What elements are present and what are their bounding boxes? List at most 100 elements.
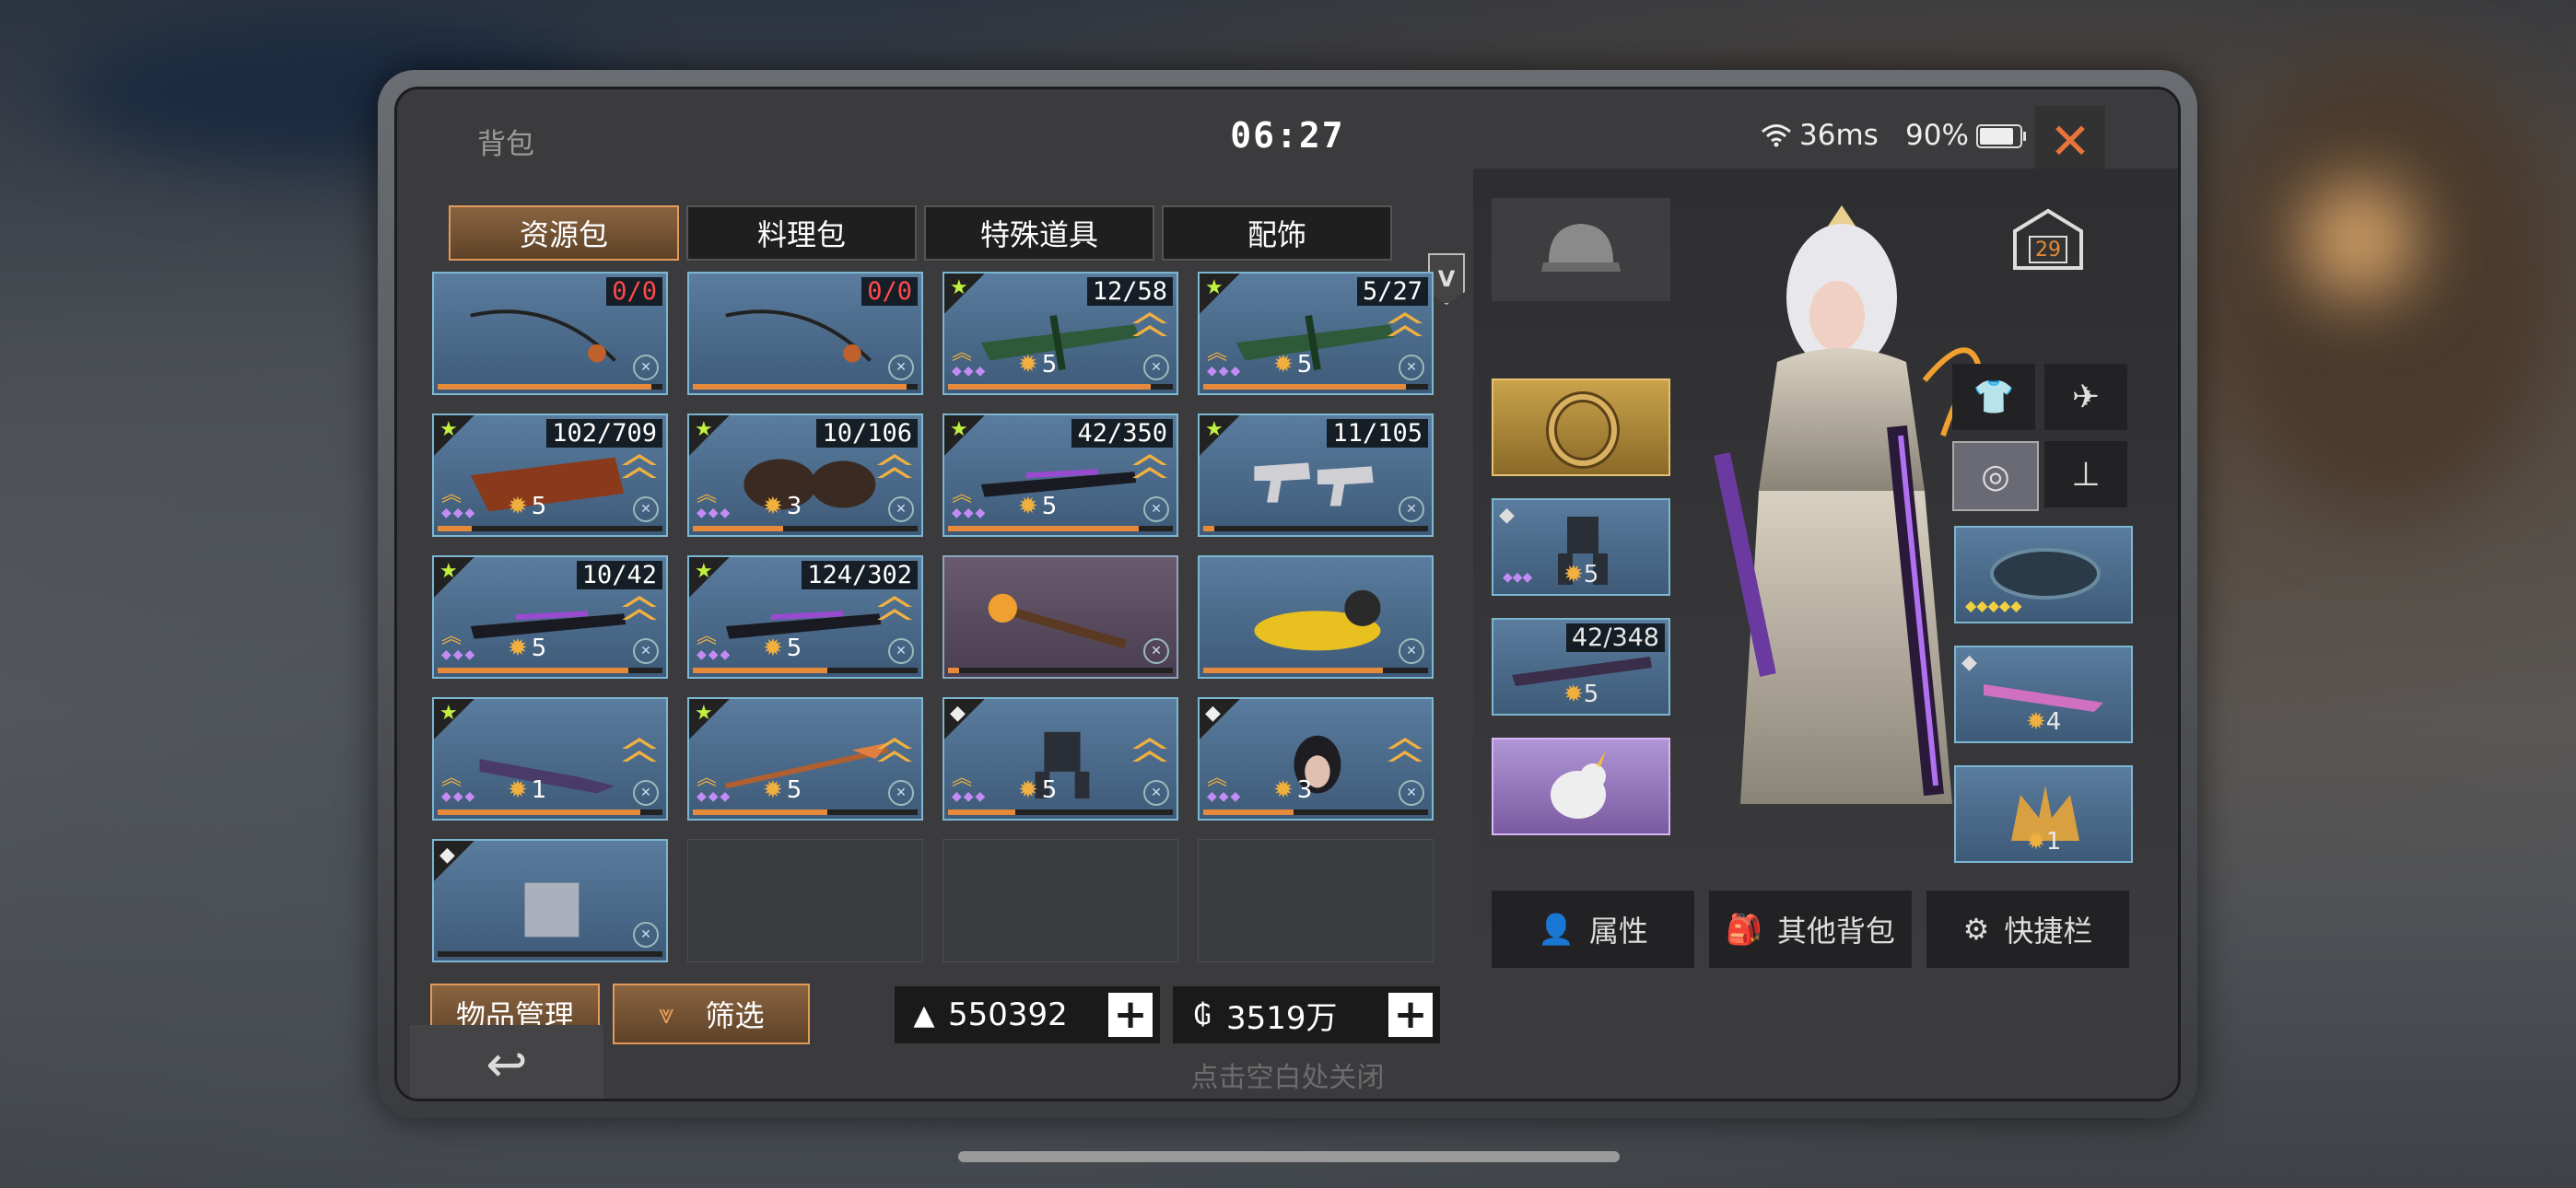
item-stars: ✹ 5 [763, 635, 802, 662]
item-slot[interactable]: ✕ [943, 555, 1178, 679]
item-slot[interactable]: ★ ︽ ◆◆◆ ✹ 1 ✕ [432, 697, 668, 821]
dual-pistols-icon [1254, 462, 1374, 507]
shirt-icon: 👕 [1973, 379, 2015, 416]
item-slot[interactable]: ★ ︽ ◆◆◆ ✹ 5 ✕ [687, 697, 923, 821]
item-slot[interactable]: 0/0 ✕ [687, 272, 923, 395]
person-icon: 👤 [1538, 912, 1575, 947]
wrench-icon: ✕ [633, 355, 659, 380]
filter-label: 筛选 [705, 998, 765, 1033]
bag-icon: 🎒 [1726, 912, 1762, 947]
equip-slot-pet[interactable] [1492, 738, 1670, 835]
item-stars: ✹ 3 [1273, 776, 1313, 804]
attributes-label: 属性 [1588, 914, 1648, 949]
item-slot[interactable]: ◆ ︽ ◆◆◆ ✹ 3 ✕ [1198, 697, 1434, 821]
upgrade-arrow-icon [1388, 738, 1423, 762]
equip-slot-relic[interactable]: ✹1 [1954, 765, 2133, 863]
item-slot[interactable]: ★ 5/27 ︽ ◆◆◆ ✹ 5 ✕ [1198, 272, 1434, 395]
equip-slot-melee[interactable]: ◆ ✹4 [1954, 646, 2133, 743]
durability-fill [948, 384, 1151, 390]
add-currency-a-button[interactable]: + [1108, 993, 1153, 1037]
tier-dots: ◆◆◆ [441, 647, 477, 662]
tier-dots: ◆◆◆◆◆ [1965, 597, 2022, 614]
durability-fill [1203, 526, 1215, 531]
close-button[interactable]: ✕ [2035, 106, 2105, 176]
tab-resource-pack[interactable]: 资源包 [449, 205, 679, 261]
durability-bar [693, 526, 918, 531]
tier-dots: ◆◆◆ [697, 789, 732, 804]
equip-slot-weapon-secondary[interactable]: 42/348 ✹5 [1492, 618, 1670, 716]
item-stars: ✹ 5 [1273, 351, 1313, 379]
rank-chevron-icon: ︽ [697, 767, 718, 790]
upgrade-arrow-icon [1132, 738, 1167, 762]
item-grid: 0/0 ✕ 0/0 ✕ ★ 12/58 ︽ ◆◆◆ ✹ 5 ✕ ★ 5/27 ︽ ◆◆◆ ✹ 5 ✕ ★ 102/70… [432, 272, 1482, 962]
item-slot[interactable]: ★ 10/106 ︽ ◆◆◆ ✹ 3 ✕ [687, 413, 923, 537]
tab-food-pack[interactable]: 料理包 [686, 205, 917, 261]
home-indicator[interactable] [958, 1151, 1620, 1162]
equip-slot-outfit[interactable]: 👕 [1952, 364, 2035, 430]
empty-slot[interactable] [943, 839, 1178, 962]
background-lamp [2303, 184, 2414, 295]
item-slot[interactable]: ◆ ︽ ◆◆◆ ✹ 5 ✕ [943, 697, 1178, 821]
durability-fill [948, 668, 960, 673]
tab-special-items[interactable]: 特殊道具 [924, 205, 1154, 261]
unicorn-pet-icon [1551, 751, 1606, 819]
upgrade-arrow-icon [622, 738, 657, 762]
equip-slot-drone[interactable]: ✈ [2044, 364, 2127, 430]
item-slot[interactable]: ★ 102/709 ︽ ◆◆◆ ✹ 5 ✕ [432, 413, 668, 537]
other-bags-button[interactable]: 🎒 其他背包 [1709, 891, 1912, 968]
durability-bar [948, 809, 1173, 815]
empty-slot[interactable] [687, 839, 923, 962]
item-slot[interactable]: ★ 42/350 ︽ ◆◆◆ ✹ 5 ✕ [943, 413, 1178, 537]
item-count: 10/106 [816, 419, 918, 448]
item-slot[interactable]: ✕ [1198, 555, 1434, 679]
durability-bar [1203, 809, 1428, 815]
wrench-icon: ✕ [633, 780, 659, 806]
equip-slot-armband[interactable]: ◆◆◆◆◆ [1954, 526, 2133, 623]
rifle-icon [470, 611, 626, 639]
tier-dots: ◆◆◆ [952, 364, 988, 379]
building-level-badge[interactable]: 29 [2008, 205, 2089, 272]
battery-fill [1980, 128, 2013, 145]
equip-slot-bracelet[interactable]: ◎ [1952, 441, 2039, 511]
battery-text: 90% [1905, 119, 1969, 152]
attributes-button[interactable]: 👤 属性 [1492, 891, 1694, 968]
equip-slot-mech[interactable]: ◆ ◆◆◆ ✹5 [1492, 498, 1670, 596]
durability-fill [693, 809, 828, 815]
wrench-icon: ✕ [1143, 355, 1169, 380]
item-slot[interactable]: ★ 11/105 ✕ [1198, 413, 1434, 537]
durability-bar [693, 809, 918, 815]
durability-fill [438, 526, 472, 531]
item-count: 42/350 [1071, 419, 1173, 448]
ping-text: 36ms [1799, 119, 1879, 152]
filter-chevron-icon: ⩔ [658, 997, 674, 1031]
item-stars: ✹ 5 [763, 776, 802, 804]
upgrade-arrow-icon [877, 738, 912, 762]
item-count: 12/58 [1086, 277, 1173, 306]
tab-accessories[interactable]: 配饰 [1162, 205, 1392, 261]
torch-icon [988, 593, 1127, 649]
item-slot[interactable]: ◆ ✕ [432, 839, 668, 962]
add-currency-b-button[interactable]: + [1388, 993, 1433, 1037]
tier-dots: ◆◆◆ [441, 789, 477, 804]
rank-chevron-icon: ︽ [441, 625, 463, 648]
item-slot[interactable]: ★ 12/58 ︽ ◆◆◆ ✹ 5 ✕ [943, 272, 1178, 395]
empty-slot[interactable] [1198, 839, 1434, 962]
equip-slot-ring[interactable] [1492, 379, 1670, 476]
item-count: 5/27 [1356, 277, 1428, 306]
durability-bar [438, 951, 662, 957]
item-slot[interactable]: 0/0 ✕ [432, 272, 668, 395]
durability-fill [438, 809, 640, 815]
crossbow-icon [1235, 314, 1396, 371]
item-stars: ✹ 5 [1018, 351, 1058, 379]
currency-a-value: 550392 [948, 996, 1068, 1033]
wrench-icon: ✕ [1399, 638, 1424, 664]
equip-slot-turret[interactable]: ⊥ [2044, 441, 2127, 507]
filter-button[interactable]: ⩔ 筛选 [613, 984, 810, 1044]
equip-slot-headwear[interactable] [1492, 198, 1670, 301]
item-slot[interactable]: ★ 124/302 ︽ ◆◆◆ ✹ 5 ✕ [687, 555, 923, 679]
durability-fill [438, 668, 629, 673]
shortcut-bar-button[interactable]: ⚙ 快捷栏 [1926, 891, 2129, 968]
currency-a: ▲ 550392 + [895, 986, 1160, 1043]
mountain-currency-icon: ▲ [913, 998, 935, 1031]
item-slot[interactable]: ★ 10/42 ︽ ◆◆◆ ✹ 5 ✕ [432, 555, 668, 679]
